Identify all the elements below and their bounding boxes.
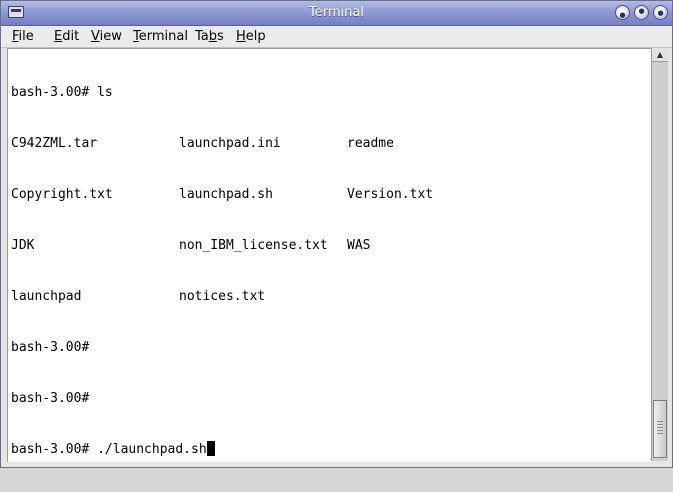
- file-name: launchpad.ini: [179, 136, 281, 151]
- menu-bar: File Edit View Terminal Tabs Help: [1, 26, 672, 48]
- prompt: bash-3.00#: [11, 340, 90, 355]
- vertical-scrollbar[interactable]: ▲: [651, 48, 668, 461]
- menu-view[interactable]: View: [91, 28, 122, 45]
- menu-terminal[interactable]: Terminal: [133, 28, 188, 45]
- menu-help[interactable]: Help: [236, 28, 266, 45]
- menu-view-label-rest: iew: [99, 29, 122, 44]
- terminal-line: bash-3.00#: [11, 390, 215, 407]
- menu-terminal-label-rest: erminal: [138, 29, 188, 44]
- menu-tabs-label-rest: s: [217, 29, 224, 44]
- menu-view-mnemonic: V: [91, 29, 100, 44]
- file-name: readme: [347, 136, 394, 151]
- menu-help-mnemonic: H: [236, 29, 246, 44]
- menu-edit-mnemonic: E: [54, 29, 63, 44]
- current-command: bash-3.00# ./launchpad.sh: [11, 442, 207, 457]
- file-name: C942ZML.tar: [11, 136, 98, 151]
- maximize-button[interactable]: ●: [634, 5, 649, 20]
- maximize-icon: ●: [638, 7, 645, 15]
- terminal-line: bash-3.00#: [11, 339, 215, 356]
- terminal-line: bash-3.00# ls: [11, 84, 215, 101]
- window-title: Terminal: [309, 5, 364, 20]
- ls-command: bash-3.00# ls: [11, 85, 113, 100]
- title-bar[interactable]: Terminal ● ● ●: [1, 1, 672, 26]
- prompt: bash-3.00#: [11, 391, 90, 406]
- file-name: notices.txt: [179, 289, 266, 304]
- listing-row: Copyright.txt launchpad.sh Version.txt: [11, 186, 433, 203]
- close-button[interactable]: ●: [653, 5, 668, 20]
- listing-row: launchpad notices.txt: [11, 288, 265, 305]
- file-name: launchpad: [11, 289, 82, 304]
- file-name: WAS: [347, 238, 371, 253]
- menu-file[interactable]: File: [12, 28, 34, 45]
- close-icon: ●: [657, 9, 664, 17]
- menu-file-label-rest: ile: [18, 29, 34, 44]
- file-name: Version.txt: [347, 187, 434, 202]
- minimize-icon: ●: [619, 11, 626, 19]
- terminal-window: Terminal ● ● ● File Edit View Terminal T…: [0, 0, 673, 468]
- file-name: Copyright.txt: [11, 187, 113, 202]
- menu-help-label-rest: elp: [245, 29, 266, 44]
- minimize-button[interactable]: ●: [615, 5, 630, 20]
- listing-row: C942ZML.tar launchpad.ini readme: [11, 135, 394, 152]
- menu-tabs-label: Ta: [195, 29, 209, 44]
- file-name: non_IBM_license.txt: [179, 238, 328, 253]
- file-name: launchpad.sh: [179, 187, 273, 202]
- menu-tabs[interactable]: Tabs: [195, 28, 224, 45]
- menu-edit-label-rest: dit: [62, 29, 80, 44]
- scroll-up-arrow-icon[interactable]: ▲: [652, 48, 668, 62]
- terminal-line: bash-3.00# ./launchpad.sh: [11, 441, 215, 458]
- menu-tabs-mnemonic: b: [208, 29, 218, 44]
- listing-row: JDK non_IBM_license.txt WAS: [11, 237, 370, 254]
- terminal-output[interactable]: bash-3.00# ls C942ZML.tar launchpad.ini …: [7, 48, 652, 462]
- text-cursor: [206, 441, 215, 456]
- file-name: JDK: [11, 238, 35, 253]
- scrollbar-thumb[interactable]: [653, 400, 667, 458]
- menu-edit[interactable]: Edit: [54, 28, 79, 45]
